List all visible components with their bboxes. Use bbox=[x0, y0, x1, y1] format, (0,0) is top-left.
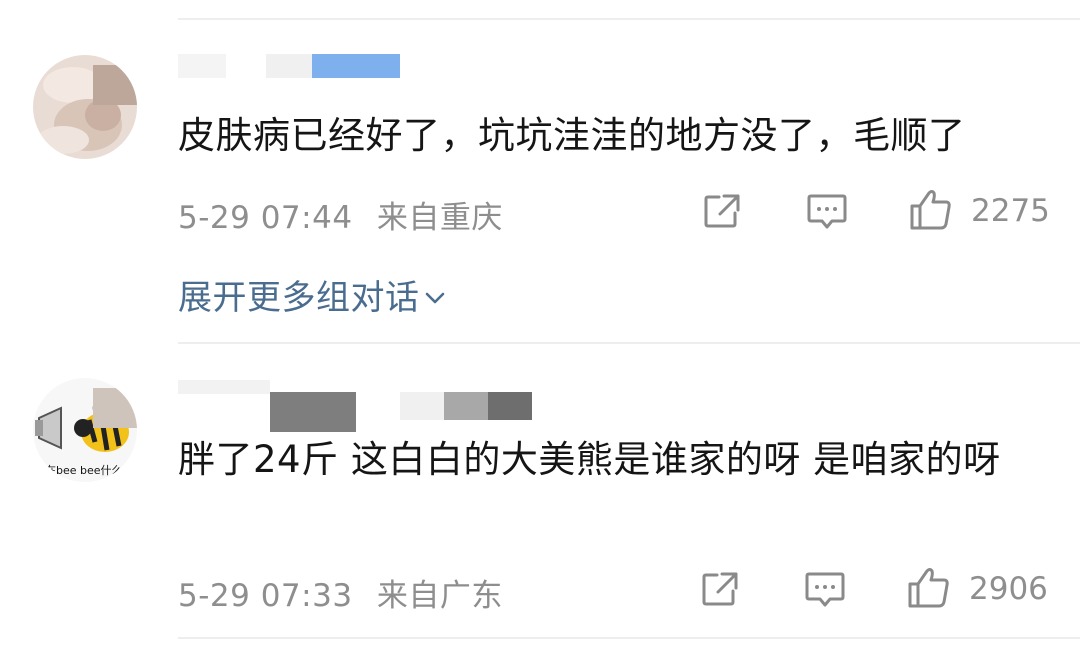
divider bbox=[178, 637, 1080, 639]
comment-date: 5-29 07:44 bbox=[178, 200, 353, 236]
username-redacted[interactable] bbox=[488, 392, 532, 420]
username-redacted[interactable] bbox=[444, 392, 488, 420]
expand-replies-link[interactable]: 展开更多组对话 bbox=[178, 270, 446, 319]
comment-list: 皮肤病已经好了，坑坑洼洼的地方没了，毛顺了 5-29 07:44 来自重庆 22… bbox=[0, 0, 1080, 665]
like-count: 2906 bbox=[969, 571, 1048, 607]
share-icon[interactable] bbox=[702, 192, 742, 230]
comment-location: 来自广东 bbox=[376, 578, 503, 614]
divider bbox=[178, 18, 1080, 20]
like-count: 2275 bbox=[971, 193, 1050, 229]
username-redacted[interactable] bbox=[400, 392, 444, 420]
share-icon[interactable] bbox=[700, 570, 740, 608]
username-redacted[interactable] bbox=[178, 380, 270, 394]
comment-location: 来自重庆 bbox=[376, 200, 503, 236]
divider bbox=[178, 342, 1080, 344]
like-icon[interactable] bbox=[908, 188, 954, 232]
username-redacted[interactable] bbox=[266, 54, 312, 78]
comment-text: 胖了24斤 这白白的大美熊是谁家的呀 是咱家的呀 bbox=[178, 438, 1001, 481]
comment-icon[interactable] bbox=[804, 570, 846, 610]
comment-icon[interactable] bbox=[806, 192, 848, 232]
username-badge-redacted[interactable] bbox=[312, 54, 400, 78]
avatar[interactable] bbox=[33, 55, 137, 159]
username-redacted[interactable] bbox=[270, 392, 356, 432]
expand-replies-label: 展开更多组对话 bbox=[178, 278, 420, 318]
comment-text: 皮肤病已经好了，坑坑洼洼的地方没了，毛顺了 bbox=[178, 114, 966, 157]
chevron-down-icon bbox=[425, 292, 444, 304]
like-icon[interactable] bbox=[906, 566, 952, 610]
comment-meta: 5-29 07:44 来自重庆 bbox=[178, 192, 503, 237]
avatar-caption: 在bee bee什么 bbox=[45, 464, 123, 477]
username-redacted[interactable] bbox=[178, 54, 226, 78]
comment-date: 5-29 07:33 bbox=[178, 578, 353, 614]
comment-meta: 5-29 07:33 来自广东 bbox=[178, 570, 503, 615]
avatar[interactable]: 在bee bee什么 bbox=[33, 378, 137, 482]
